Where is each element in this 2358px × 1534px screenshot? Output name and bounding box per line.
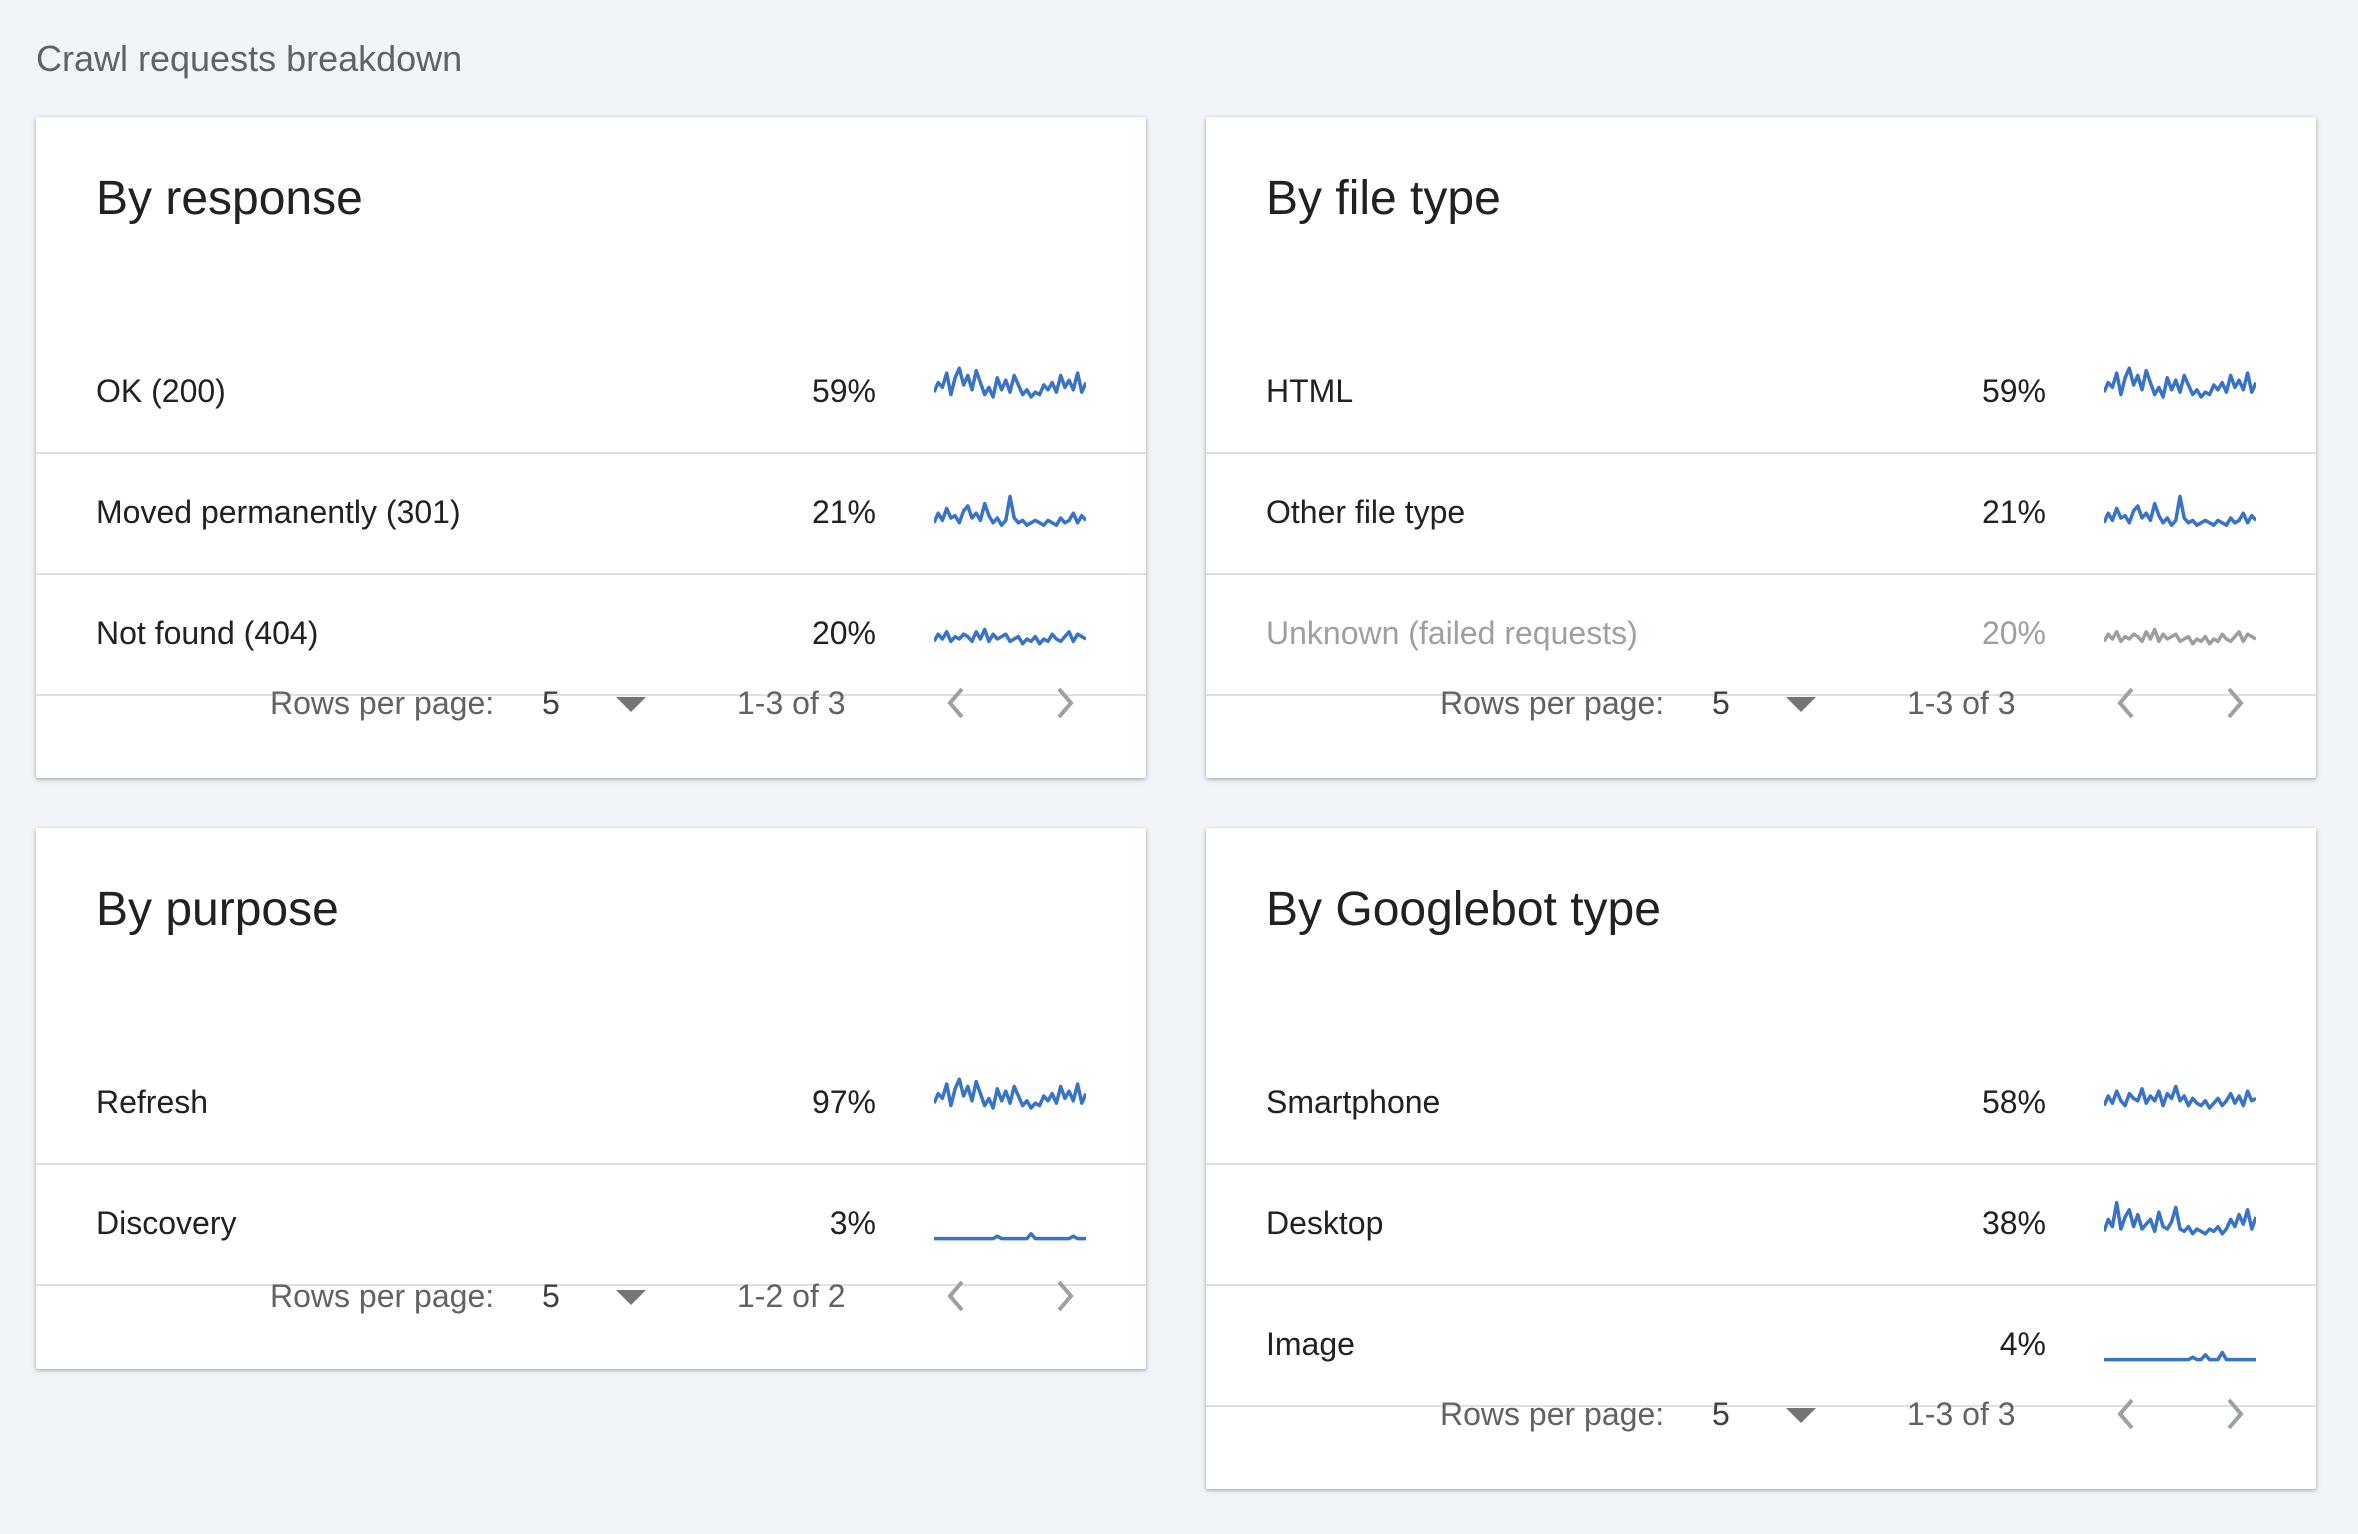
page-range: 1-3 of 3	[1907, 1396, 2016, 1432]
prev-page-button[interactable]	[931, 1266, 981, 1326]
prev-page-button[interactable]	[2101, 673, 2151, 733]
rows-per-page-label: Rows per page:	[270, 685, 495, 721]
sparkline-series	[934, 1077, 1086, 1110]
card-by-googlebot-type: By Googlebot type Smartphone 58% Desktop 38…	[1206, 828, 2316, 1489]
rows-per-page-value[interactable]: 5	[542, 1278, 560, 1315]
chevron-left-icon	[947, 687, 964, 719]
next-page-button[interactable]	[2210, 673, 2260, 733]
chevron-down-icon[interactable]	[616, 697, 646, 712]
row-percentage: 59%	[811, 373, 876, 409]
page-title: Crawl requests breakdown	[36, 38, 463, 79]
row-label: Other file type	[1266, 494, 1466, 530]
card-title: By response	[96, 172, 363, 225]
table-row[interactable]: Refresh 97%	[36, 1044, 1146, 1165]
row-label: OK (200)	[96, 373, 226, 409]
rows-per-page-value[interactable]: 5	[1712, 685, 1730, 722]
row-label: Refresh	[96, 1084, 209, 1120]
rows-per-page-value[interactable]: 5	[1712, 1396, 1730, 1433]
pagination-footer: Rows per page: 5 1-3 of 3	[36, 633, 1146, 773]
table-row[interactable]: Other file type 21%	[1206, 454, 2316, 575]
prev-page-button[interactable]	[931, 673, 981, 733]
row-percentage: 59%	[1981, 373, 2046, 409]
next-page-button[interactable]	[1040, 1266, 1090, 1326]
sparkline	[934, 1077, 1086, 1110]
next-page-button[interactable]	[2210, 1384, 2260, 1444]
rows-per-page-label: Rows per page:	[1440, 1396, 1665, 1432]
sparkline-series	[934, 366, 1086, 399]
card-title: By purpose	[96, 883, 339, 936]
row-label: Moved permanently (301)	[96, 494, 461, 530]
pagination-footer: Rows per page: 5 1-3 of 3	[1206, 1344, 2316, 1484]
table-row[interactable]: OK (200) 59%	[36, 333, 1146, 454]
next-page-button[interactable]	[1040, 673, 1090, 733]
row-label: HTML	[1266, 373, 1354, 409]
sparkline	[2104, 494, 2256, 527]
sparkline-series	[2104, 494, 2256, 527]
chevron-right-icon	[1057, 687, 1074, 719]
rows-per-page-label: Rows per page:	[1440, 685, 1665, 721]
table-row[interactable]: Smartphone 58%	[1206, 1044, 2316, 1165]
sparkline-series	[934, 494, 1086, 527]
page-range: 1-2 of 2	[737, 1278, 846, 1314]
chevron-down-icon[interactable]	[616, 1290, 646, 1305]
chevron-left-icon	[2117, 687, 2134, 719]
row-percentage: 21%	[811, 494, 876, 530]
chevron-right-icon	[2227, 1398, 2244, 1430]
chevron-right-icon	[1057, 1280, 1074, 1312]
sparkline-series	[2104, 366, 2256, 399]
row-label: Smartphone	[1266, 1084, 1441, 1120]
card-title: By Googlebot type	[1266, 883, 1661, 936]
sparkline	[2104, 1084, 2256, 1110]
chevron-left-icon	[947, 1280, 964, 1312]
prev-page-button[interactable]	[2101, 1384, 2151, 1444]
sparkline-series	[2104, 1084, 2256, 1110]
rows-per-page-value[interactable]: 5	[542, 685, 560, 722]
card-by-purpose: By purpose Refresh 97% Discovery 3% Rows pe…	[36, 828, 1146, 1369]
row-percentage: 38%	[1981, 1205, 2046, 1241]
row-percentage: 58%	[1981, 1084, 2046, 1120]
table-row[interactable]: HTML 59%	[1206, 333, 2316, 454]
sparkline	[934, 366, 1086, 399]
sparkline	[934, 494, 1086, 527]
pagination-footer: Rows per page: 5 1-2 of 2	[36, 1226, 1146, 1366]
pagination-footer: Rows per page: 5 1-3 of 3	[1206, 633, 2316, 773]
chevron-down-icon[interactable]	[1786, 697, 1816, 712]
chevron-down-icon[interactable]	[1786, 1408, 1816, 1423]
table-row[interactable]: Desktop 38%	[1206, 1165, 2316, 1286]
card-by-response: By response OK (200) 59% Moved permanently…	[36, 117, 1146, 778]
row-percentage: 21%	[1981, 494, 2046, 530]
card-title: By file type	[1266, 172, 1501, 225]
chevron-left-icon	[2117, 1398, 2134, 1430]
page-range: 1-3 of 3	[1907, 685, 2016, 721]
table-row[interactable]: Moved permanently (301) 21%	[36, 454, 1146, 575]
rows-per-page-label: Rows per page:	[270, 1278, 495, 1314]
sparkline-series	[2104, 1200, 2256, 1236]
chevron-right-icon	[2227, 687, 2244, 719]
card-by-file-type: By file type HTML 59% Other file type 21% Un…	[1206, 117, 2316, 778]
sparkline	[2104, 1200, 2256, 1236]
sparkline	[2104, 366, 2256, 399]
row-label: Desktop	[1266, 1205, 1384, 1241]
page-range: 1-3 of 3	[737, 685, 846, 721]
row-percentage: 97%	[811, 1084, 876, 1120]
